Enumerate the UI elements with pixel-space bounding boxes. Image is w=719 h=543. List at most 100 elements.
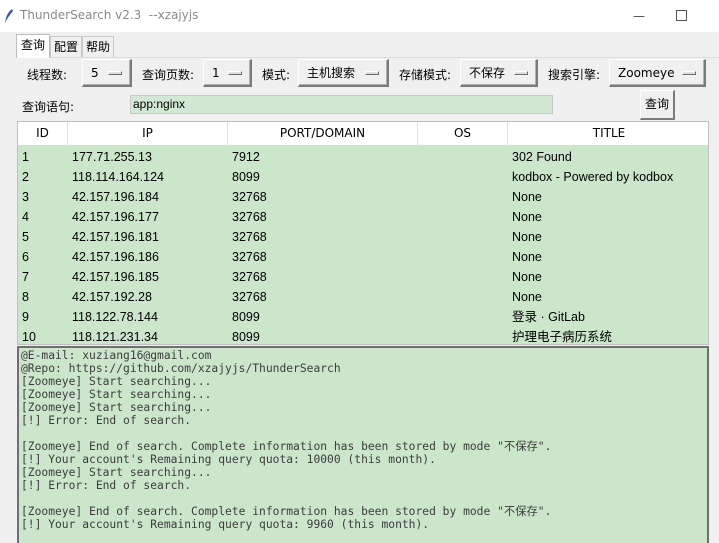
table-cell: 6	[22, 250, 29, 264]
table-cell: 3	[22, 190, 29, 204]
table-cell: 32768	[232, 190, 267, 204]
table-cell: 5	[22, 230, 29, 244]
pages-select[interactable]: 1	[203, 59, 252, 87]
log-line: @Repo: https://github.com/xzajyjs/Thunde…	[21, 362, 341, 375]
log-line: @E-mail: xuziang16@gmail.com	[21, 349, 212, 362]
table-cell	[422, 207, 506, 227]
table-cell: 2	[22, 170, 29, 184]
table-cell: 42.157.196.181	[72, 230, 159, 244]
log-line: [!] Your account's Remaining query quota…	[21, 518, 430, 531]
log-line: [!] Error: End of search.	[21, 414, 192, 427]
pages-value: 1	[212, 66, 220, 80]
table-row[interactable]: 1 177.71.255.13 7912 302 Found	[18, 147, 708, 167]
table-cell: 8099	[232, 330, 260, 344]
table-cell: 32768	[232, 230, 267, 244]
table-cell: 42.157.196.184	[72, 190, 159, 204]
engine-select[interactable]: Zoomeye	[609, 59, 706, 87]
table-cell	[422, 167, 506, 187]
query-input[interactable]: app:nginx	[130, 95, 553, 114]
threads-select[interactable]: 5	[82, 59, 132, 87]
table-cell: 32768	[232, 270, 267, 284]
table-cell: 42.157.196.186	[72, 250, 159, 264]
table-cell: 9	[22, 310, 29, 324]
log-line: [Zoomeye] End of search. Complete inform…	[21, 505, 552, 518]
table-row[interactable]: 7 42.157.196.185 32768 None	[18, 267, 708, 287]
table-row[interactable]: 5 42.157.196.181 32768 None	[18, 227, 708, 247]
tab-query[interactable]: 查询	[16, 34, 50, 58]
table-cell: 177.71.255.13	[72, 150, 152, 164]
table-cell: 32768	[232, 210, 267, 224]
engine-value: Zoomeye	[618, 66, 675, 80]
table-row[interactable]: 3 42.157.196.184 32768 None	[18, 187, 708, 207]
maximize-icon[interactable]	[676, 10, 687, 21]
table-cell: 护理电子病历系统	[512, 330, 613, 344]
table-cell	[422, 327, 506, 344]
threads-label: 线程数:	[27, 68, 68, 82]
table-cell	[422, 287, 506, 307]
table-cell: 7	[22, 270, 29, 284]
dropdown-indicator-icon	[514, 71, 528, 75]
table-cell: None	[512, 230, 542, 244]
table-row[interactable]: 9 118.122.78.144 8099 登录 · GitLab	[18, 307, 708, 327]
storage-value: 不保存	[469, 66, 506, 80]
mode-select[interactable]: 主机搜索	[298, 59, 389, 87]
dropdown-indicator-icon	[228, 71, 242, 75]
storage-label: 存储模式:	[399, 68, 452, 82]
minimize-icon[interactable]: —	[631, 6, 647, 26]
tab-help[interactable]: 帮助	[82, 36, 114, 58]
table-cell: kodbox - Powered by kodbox	[512, 170, 674, 184]
threads-value: 5	[91, 66, 99, 80]
table-cell: 118.122.78.144	[72, 310, 158, 324]
column-header-title[interactable]: TITLE	[508, 122, 708, 146]
table-cell: 302 Found	[512, 150, 572, 164]
table-header: ID IP PORT/DOMAIN OS TITLE	[18, 122, 708, 146]
table-cell: 登录 · GitLab	[512, 310, 585, 324]
table-row[interactable]: 8 42.157.192.28 32768 None	[18, 287, 708, 307]
query-label: 查询语句:	[22, 100, 75, 114]
table-cell: None	[512, 290, 542, 304]
column-header-os[interactable]: OS	[418, 122, 508, 146]
tab-config[interactable]: 配置	[50, 36, 82, 58]
table-cell: 118.121.231.34	[72, 330, 158, 344]
dropdown-indicator-icon	[682, 71, 696, 75]
table-row[interactable]: 6 42.157.196.186 32768 None	[18, 247, 708, 267]
table-cell	[422, 147, 506, 167]
log-line: [Zoomeye] Start searching...	[21, 375, 212, 388]
table-cell: 32768	[232, 250, 267, 264]
table-cell: None	[512, 210, 542, 224]
table-cell: 10	[22, 330, 36, 344]
table-cell: 4	[22, 210, 29, 224]
dropdown-indicator-icon	[365, 71, 379, 75]
storage-select[interactable]: 不保存	[460, 59, 538, 87]
query-button[interactable]: 查询	[640, 90, 675, 120]
log-output[interactable]: @E-mail: xuziang16@gmail.com @Repo: https…	[17, 346, 709, 543]
mode-label: 模式:	[262, 68, 291, 82]
column-header-id[interactable]: ID	[18, 122, 68, 146]
window-title: ThunderSearch v2.3 --xzajyjs	[20, 8, 199, 22]
table-cell: 8	[22, 290, 29, 304]
engine-label: 搜索引擎:	[548, 68, 601, 82]
table-row[interactable]: 10 118.121.231.34 8099 护理电子病历系统	[18, 327, 708, 344]
title-bar: ThunderSearch v2.3 --xzajyjs —	[0, 0, 719, 32]
results-table[interactable]: ID IP PORT/DOMAIN OS TITLE 1 177.71.255.1…	[17, 121, 709, 345]
column-header-ip[interactable]: IP	[68, 122, 228, 146]
column-header-port[interactable]: PORT/DOMAIN	[228, 122, 418, 146]
table-cell: None	[512, 270, 542, 284]
feather-icon	[5, 9, 13, 23]
table-cell	[422, 227, 506, 247]
mode-value: 主机搜索	[307, 66, 356, 80]
log-line: [Zoomeye] Start searching...	[21, 466, 212, 479]
table-cell: 8099	[232, 310, 260, 324]
table-cell: 8099	[232, 170, 260, 184]
table-cell: 32768	[232, 290, 267, 304]
table-row[interactable]: 4 42.157.196.177 32768 None	[18, 207, 708, 227]
log-line: [Zoomeye] End of search. Complete inform…	[21, 440, 552, 453]
table-row[interactable]: 2 118.114.164.124 8099 kodbox - Powered by …	[18, 167, 708, 187]
table-cell	[422, 187, 506, 207]
table-cell: 1	[22, 150, 29, 164]
table-cell	[422, 247, 506, 267]
table-cell: None	[512, 250, 542, 264]
dropdown-indicator-icon	[108, 71, 122, 75]
